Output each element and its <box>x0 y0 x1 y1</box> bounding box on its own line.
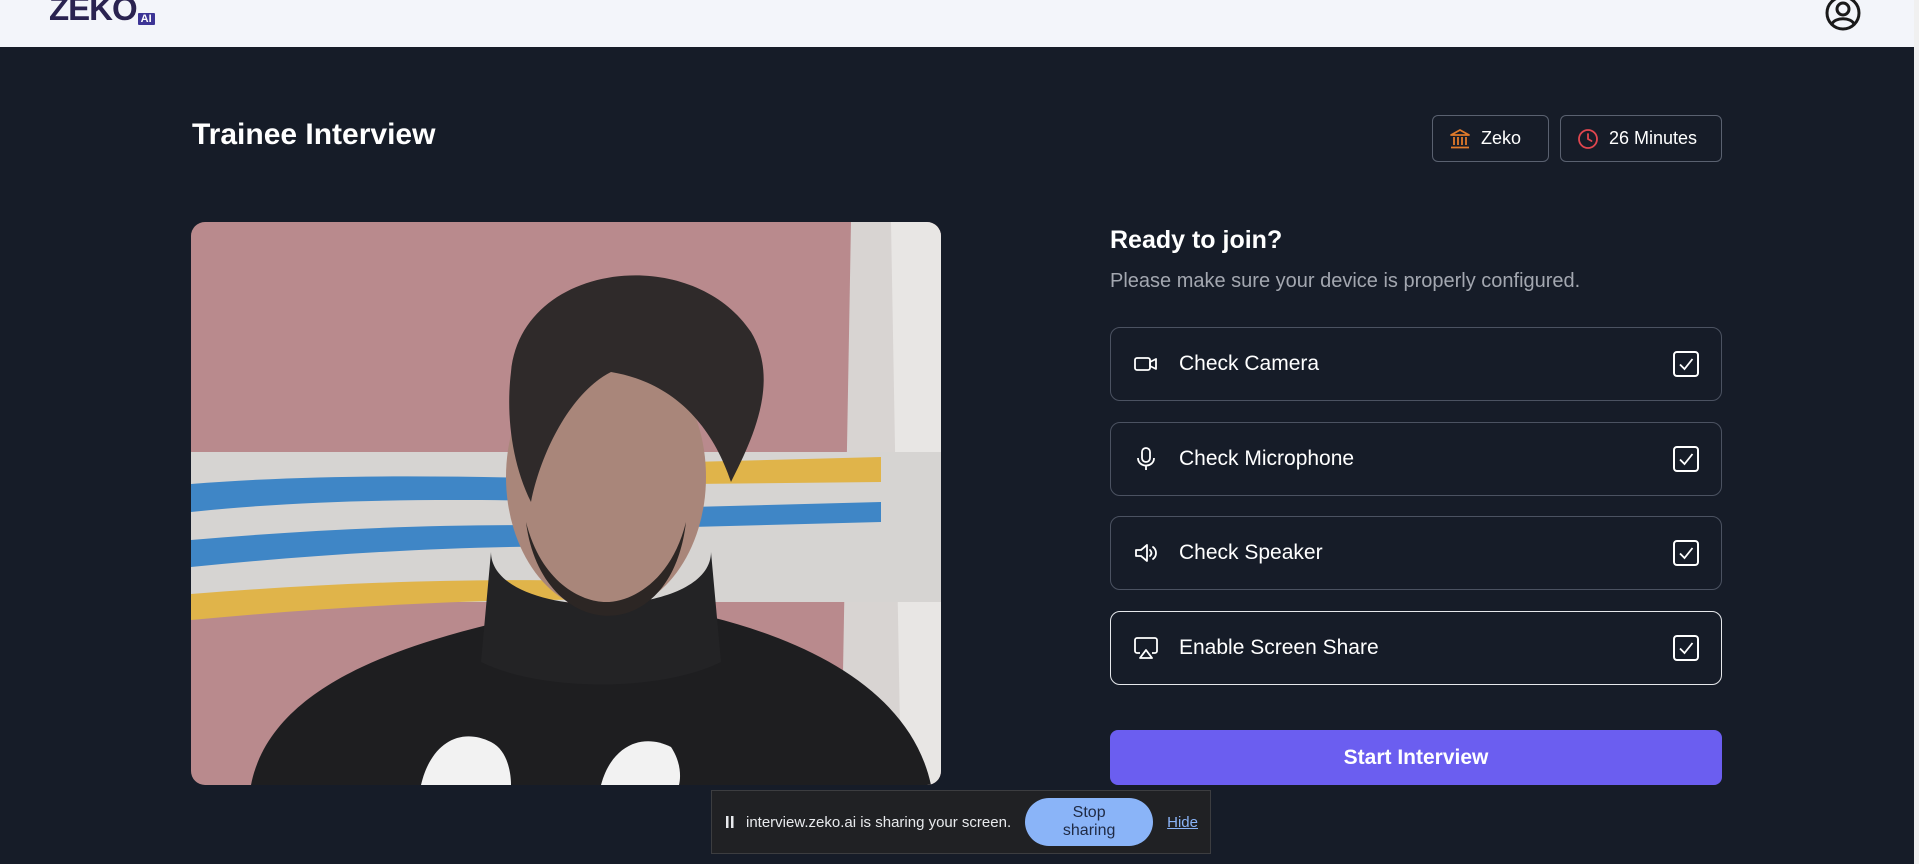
hide-link[interactable]: Hide <box>1167 814 1198 831</box>
zeko-logo[interactable]: ZEKO AI <box>49 0 155 28</box>
camera-icon <box>1134 357 1157 371</box>
enable-screen-share-row[interactable]: Enable Screen Share <box>1110 611 1722 685</box>
microphone-icon <box>1137 447 1155 470</box>
logo-text: ZEKO <box>49 0 138 27</box>
user-profile-icon[interactable] <box>1824 0 1862 32</box>
bank-icon <box>1450 128 1470 148</box>
check-microphone-label: Check Microphone <box>1179 447 1355 470</box>
screen-sharing-bar: interview.zeko.ai is sharing your screen… <box>711 790 1211 854</box>
check-speaker-label: Check Speaker <box>1179 541 1323 564</box>
stop-sharing-button[interactable]: Stop sharing <box>1025 798 1154 846</box>
checkmark-icon <box>1679 547 1694 560</box>
check-speaker-row[interactable]: Check Speaker <box>1110 516 1722 590</box>
camera-preview <box>191 222 941 785</box>
duration-chip: 26 Minutes <box>1560 115 1722 162</box>
top-navbar: ZEKO AI <box>0 0 1914 47</box>
duration-text: 26 Minutes <box>1609 128 1698 148</box>
page-scrollbar[interactable] <box>1914 0 1919 864</box>
checkmark-icon <box>1679 358 1694 371</box>
microphone-checkbox[interactable] <box>1673 446 1699 472</box>
start-interview-button[interactable]: Start Interview <box>1110 730 1722 785</box>
camera-feed-image <box>191 222 941 785</box>
screen-share-checkbox[interactable] <box>1673 635 1699 661</box>
camera-checkbox[interactable] <box>1673 351 1699 377</box>
organization-chip: Zeko <box>1432 115 1549 162</box>
check-microphone-row[interactable]: Check Microphone <box>1110 422 1722 496</box>
organization-name: Zeko <box>1481 128 1522 148</box>
screen-share-icon <box>1134 637 1158 659</box>
checkmark-icon <box>1679 453 1694 466</box>
speaker-checkbox[interactable] <box>1673 540 1699 566</box>
pause-icon[interactable] <box>724 814 736 830</box>
check-camera-label: Check Camera <box>1179 352 1320 375</box>
enable-screen-share-label: Enable Screen Share <box>1179 636 1379 659</box>
ready-to-join-heading: Ready to join? <box>1110 226 1283 254</box>
check-camera-row[interactable]: Check Camera <box>1110 327 1722 401</box>
sharing-message: interview.zeko.ai is sharing your screen… <box>746 813 1012 831</box>
speaker-icon <box>1135 544 1157 562</box>
clock-icon <box>1578 128 1598 149</box>
device-config-subtitle: Please make sure your device is properly… <box>1110 270 1581 292</box>
page-title: Trainee Interview <box>192 118 436 151</box>
checkmark-icon <box>1679 642 1694 655</box>
logo-badge: AI <box>137 13 155 25</box>
